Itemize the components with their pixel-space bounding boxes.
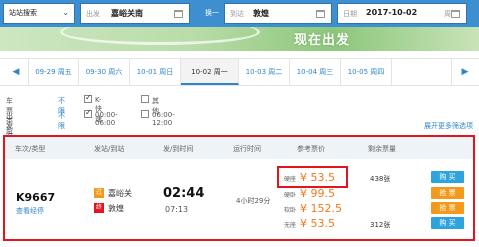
date-tab[interactable]: 09-29 周五: [28, 59, 79, 85]
next-dates-button[interactable]: ▶: [453, 59, 477, 85]
depart-time: 02:44: [163, 186, 205, 201]
station-picker-icon[interactable]: [316, 10, 325, 18]
search-mode-select[interactable]: 站站搜索 ⌄: [3, 3, 75, 24]
date-label: 日期: [343, 10, 357, 18]
grab-ticket-button[interactable]: 抢 票: [431, 202, 464, 214]
expand-more-filters-link[interactable]: 展开更多筛选项: [424, 121, 473, 131]
header-duration[interactable]: 运行时间: [233, 144, 261, 154]
search-mode-label: 站站搜索: [9, 9, 37, 17]
swap-stations-button[interactable]: 换一: [202, 5, 222, 21]
to-station-field[interactable]: 到达 敦煌: [224, 3, 332, 24]
header-times[interactable]: 发/到时间: [163, 144, 193, 154]
calendar-icon[interactable]: [451, 10, 460, 18]
arrive-time: 07:13: [165, 205, 189, 214]
to-station-value: 敦煌: [253, 9, 269, 18]
promo-banner[interactable]: 现在出发: [0, 27, 479, 51]
date-field[interactable]: 日期 2017-10-02 周: [337, 3, 467, 24]
morning-time-checkbox[interactable]: [141, 110, 149, 118]
run-duration: 4小时29分: [236, 197, 271, 205]
date-tab-active[interactable]: 10-02 周一: [181, 59, 239, 85]
from-station-field[interactable]: 出发 嘉峪关南: [80, 3, 190, 24]
early-time-label: 00:00-06:00: [95, 111, 118, 127]
table-header: 车次/类型 发站/到站 发/到时间 运行时间 参考票价 剩余票量: [5, 137, 473, 159]
view-stops-link[interactable]: 查看经停: [16, 206, 44, 216]
date-tab[interactable]: 10-01 周日: [130, 59, 181, 85]
search-bar: 站站搜索 ⌄ 出发 嘉峪关南 换一 到达 敦煌 日期 2017-10-02 周: [0, 0, 479, 27]
tickets-remaining: 438张: [370, 175, 391, 183]
banner-text: 现在出发: [294, 33, 351, 48]
from-label: 出发: [86, 10, 100, 18]
seat-price: ¥ 53.5: [300, 171, 335, 184]
morning-time-label: 06:00-12:00: [152, 111, 175, 127]
station-picker-icon[interactable]: [174, 10, 183, 18]
early-time-checkbox[interactable]: [84, 108, 92, 118]
k-train-checkbox[interactable]: [84, 93, 92, 103]
pass-station-badge: 过: [94, 188, 104, 198]
buy-button[interactable]: 购 买: [431, 171, 464, 183]
from-station: 嘉峪关: [108, 189, 132, 198]
date-tab[interactable]: 09-30 周六: [79, 59, 130, 85]
banner-swirl-decoration: [60, 27, 260, 45]
header-train[interactable]: 车次/类型: [15, 144, 45, 154]
seat-price: ¥ 152.5: [300, 202, 342, 215]
date-tabs: ◀ 09-29 周五 09-30 周六 10-01 周日 10-02 周一 10…: [0, 58, 479, 86]
grab-ticket-button[interactable]: 抢 票: [431, 187, 464, 199]
to-label: 到达: [230, 10, 244, 18]
date-tab[interactable]: 10-03 周二: [239, 59, 290, 85]
seat-price: ¥ 53.5: [300, 217, 335, 230]
seat-type: 硬座: [284, 176, 297, 183]
other-train-checkbox[interactable]: [141, 95, 149, 103]
date-weekday: 周: [444, 10, 451, 18]
seat-type: 软卧: [284, 207, 297, 214]
chevron-down-icon: ⌄: [62, 8, 69, 17]
date-value: 2017-10-02: [366, 8, 418, 17]
depart-time-nolimit[interactable]: 不限: [58, 111, 65, 131]
from-station-value: 嘉峪关南: [111, 9, 143, 18]
date-tab[interactable]: 10-04 周三: [290, 59, 341, 85]
header-remaining: 剩余票量: [368, 145, 396, 153]
header-price[interactable]: 参考票价: [297, 144, 325, 154]
tickets-remaining: 312张: [370, 221, 391, 229]
prev-dates-button[interactable]: ◀: [4, 59, 28, 85]
date-tab[interactable]: 10-05 周四: [341, 59, 392, 85]
to-station: 敦煌: [108, 204, 124, 213]
buy-button[interactable]: 购 买: [431, 217, 464, 229]
seat-price: ¥ 99.5: [300, 187, 335, 200]
seat-type: 硬卧: [284, 192, 297, 199]
seat-type: 无座: [284, 222, 297, 229]
terminal-station-badge: 终: [94, 203, 104, 213]
date-tab-partial[interactable]: [392, 59, 452, 85]
header-stations: 发站/到站: [94, 145, 125, 153]
train-number[interactable]: K9667: [16, 191, 55, 204]
